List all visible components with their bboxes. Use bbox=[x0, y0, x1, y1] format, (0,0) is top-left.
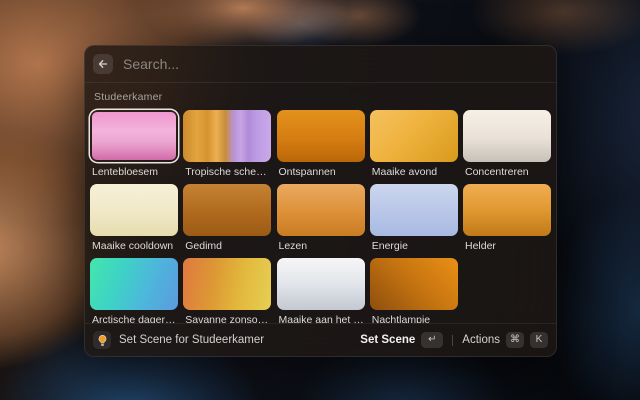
scene-tile[interactable]: Savanne zonsonderg… bbox=[183, 258, 271, 323]
back-arrow-icon bbox=[97, 58, 109, 70]
scene-name: Arctische dageraad bbox=[90, 314, 178, 323]
scene-thumbnail-frame bbox=[90, 258, 178, 310]
scene-thumbnail-frame bbox=[183, 110, 271, 162]
scene-tile[interactable]: Ontspannen bbox=[277, 110, 365, 178]
scene-name: Gedimd bbox=[183, 240, 271, 252]
scene-name: Savanne zonsonderg… bbox=[183, 314, 271, 323]
scene-tile[interactable]: Maaike aan het werk bbox=[277, 258, 365, 323]
scene-name: Maaike aan het werk bbox=[277, 314, 365, 323]
scene-thumbnail bbox=[183, 184, 271, 236]
scene-thumbnail-frame bbox=[370, 184, 458, 236]
scene-thumbnail bbox=[183, 258, 271, 310]
scene-thumbnail bbox=[90, 258, 178, 310]
scene-name: Lentebloesem bbox=[90, 166, 178, 178]
scene-thumbnail-frame bbox=[277, 110, 365, 162]
scene-name: Maaike cooldown bbox=[90, 240, 178, 252]
actions-label: Actions bbox=[462, 334, 500, 346]
scene-thumbnail-frame bbox=[370, 110, 458, 162]
lightbulb-icon bbox=[93, 331, 111, 349]
back-button[interactable] bbox=[93, 54, 113, 74]
scene-thumbnail-frame bbox=[183, 184, 271, 236]
scene-thumbnail bbox=[90, 184, 178, 236]
scene-thumbnail bbox=[463, 184, 551, 236]
search-bar bbox=[85, 46, 556, 83]
section-title: Studeerkamer bbox=[94, 91, 551, 103]
scene-name: Energie bbox=[370, 240, 458, 252]
scene-name: Maaike avond bbox=[370, 166, 458, 178]
scene-thumbnail bbox=[277, 184, 365, 236]
scene-thumbnail bbox=[370, 258, 458, 310]
scene-grid: Lentebloesem Tropische schemering Ontspa… bbox=[90, 110, 551, 323]
scene-tile[interactable]: Lezen bbox=[277, 184, 365, 252]
enter-key-badge: ↵ bbox=[421, 332, 443, 348]
scene-tile[interactable]: Nachtlampje bbox=[370, 258, 458, 323]
scene-thumbnail-frame bbox=[463, 110, 551, 162]
scene-thumbnail-frame bbox=[183, 258, 271, 310]
k-key-badge: K bbox=[530, 332, 548, 348]
scene-thumbnail-frame bbox=[277, 258, 365, 310]
scene-tile[interactable]: Maaike cooldown bbox=[90, 184, 178, 252]
scene-thumbnail-frame bbox=[277, 184, 365, 236]
set-scene-button[interactable]: Set Scene ↵ bbox=[360, 332, 443, 348]
scene-thumbnail-frame bbox=[370, 258, 458, 310]
footer-status: Set Scene for Studeerkamer bbox=[119, 334, 264, 346]
actions-button[interactable]: Actions ⌘ K bbox=[462, 332, 548, 348]
search-input[interactable] bbox=[123, 56, 548, 72]
scene-tile[interactable]: Gedimd bbox=[183, 184, 271, 252]
footer-actions: Set Scene ↵ Actions ⌘ K bbox=[360, 332, 548, 348]
scene-thumbnail bbox=[277, 110, 365, 162]
scene-name: Lezen bbox=[277, 240, 365, 252]
scene-picker-window: Studeerkamer Lentebloesem Tropische sche… bbox=[84, 45, 557, 357]
scene-name: Ontspannen bbox=[277, 166, 365, 178]
scene-tile[interactable]: Tropische schemering bbox=[183, 110, 271, 178]
scene-thumbnail bbox=[183, 110, 271, 162]
scene-thumbnail bbox=[463, 110, 551, 162]
scene-tile[interactable]: Lentebloesem bbox=[90, 110, 178, 178]
scene-name: Helder bbox=[463, 240, 551, 252]
scene-thumbnail-frame bbox=[463, 184, 551, 236]
set-scene-label: Set Scene bbox=[360, 334, 415, 346]
scene-name: Nachtlampje bbox=[370, 314, 458, 323]
scene-tile[interactable]: Maaike avond bbox=[370, 110, 458, 178]
scene-thumbnail bbox=[370, 184, 458, 236]
scene-thumbnail bbox=[370, 110, 458, 162]
scene-tile[interactable]: Helder bbox=[463, 184, 551, 252]
scene-thumbnail-frame bbox=[90, 184, 178, 236]
scene-thumbnail bbox=[277, 258, 365, 310]
results-area: Studeerkamer Lentebloesem Tropische sche… bbox=[85, 83, 556, 323]
scene-name: Concentreren bbox=[463, 166, 551, 178]
scene-tile[interactable]: Arctische dageraad bbox=[90, 258, 178, 323]
scene-thumbnail bbox=[92, 112, 176, 160]
scene-name: Tropische schemering bbox=[183, 166, 271, 178]
footer-bar: Set Scene for Studeerkamer Set Scene ↵ A… bbox=[85, 323, 556, 356]
command-key-badge: ⌘ bbox=[506, 332, 524, 348]
scene-tile[interactable]: Energie bbox=[370, 184, 458, 252]
scene-tile[interactable]: Concentreren bbox=[463, 110, 551, 178]
scene-thumbnail-frame bbox=[90, 110, 178, 162]
footer-separator bbox=[452, 335, 453, 346]
